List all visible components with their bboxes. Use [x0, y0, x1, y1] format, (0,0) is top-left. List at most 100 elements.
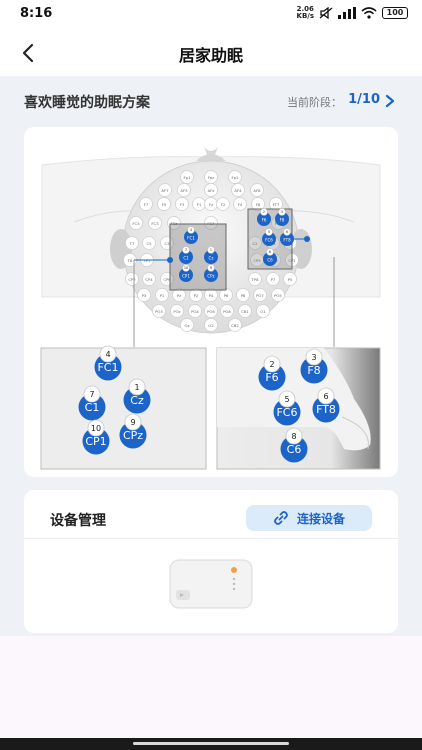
zoom-panel-left: [40, 347, 207, 470]
svg-text:PO6: PO6: [207, 309, 215, 314]
plan-row: 喜欢睡觉的助眠方案 当前阶段： 1/10: [24, 92, 400, 112]
svg-text:CPz: CPz: [123, 429, 143, 442]
svg-text:P2: P2: [194, 293, 199, 298]
svg-text:6: 6: [286, 230, 288, 234]
electrode-small: Fz: [204, 197, 218, 211]
electrode-small: F3: [175, 197, 189, 211]
electrode-small: P7: [266, 272, 280, 286]
svg-text:AF7: AF7: [161, 188, 169, 193]
network-speed: 2.06 KB/s: [297, 6, 314, 20]
electrode-small: P8: [236, 288, 250, 302]
electrode-small: F7: [139, 197, 153, 211]
sleep-device-image: [169, 559, 253, 609]
svg-text:C1: C1: [183, 256, 189, 261]
app-header: 居家助眠: [0, 30, 422, 76]
svg-text:7: 7: [89, 390, 94, 399]
svg-text:CPz: CPz: [207, 274, 214, 279]
svg-text:C5: C5: [146, 241, 152, 246]
electrode-small: AF3: [177, 183, 191, 197]
svg-text:F6: F6: [265, 371, 278, 384]
svg-text:FC3: FC3: [151, 221, 159, 226]
wifi-icon: [361, 7, 377, 19]
home-indicator[interactable]: [133, 742, 289, 745]
svg-text:2: 2: [263, 210, 265, 214]
electrode-small: P1: [155, 288, 169, 302]
svg-text:Fp2: Fp2: [231, 175, 239, 180]
svg-text:9: 9: [130, 418, 135, 427]
status-icons: 2.06 KB/s 100: [297, 6, 408, 20]
svg-text:Pz: Pz: [177, 293, 181, 298]
svg-text:P6: P6: [224, 293, 229, 298]
electrode-small: O1: [256, 304, 270, 318]
electrode-small: PO5: [271, 288, 285, 302]
electrode-small: AF8: [250, 183, 264, 197]
svg-text:F8: F8: [280, 218, 285, 223]
divider: [24, 538, 398, 539]
svg-text:3: 3: [311, 353, 316, 362]
svg-text:F8: F8: [307, 364, 320, 377]
svg-text:O1: O1: [260, 309, 266, 314]
svg-text:CB1: CB1: [241, 309, 249, 314]
svg-text:P5: P5: [288, 277, 293, 282]
electrode-small: F4: [233, 197, 247, 211]
stage-value[interactable]: 1/10: [348, 92, 380, 107]
svg-text:10: 10: [184, 266, 188, 270]
svg-text:P7: P7: [271, 277, 276, 282]
svg-text:F5: F5: [162, 202, 167, 207]
svg-text:1: 1: [210, 248, 212, 252]
device-card: 设备管理 连接设备: [24, 490, 398, 633]
svg-text:F6: F6: [262, 218, 267, 223]
svg-text:Fpz: Fpz: [208, 175, 215, 180]
signal-icon: [338, 7, 356, 19]
svg-text:7: 7: [185, 248, 187, 252]
electrode-small: POz: [170, 304, 184, 318]
electrode-small: AFz: [204, 183, 218, 197]
electrode-small: Fp1: [180, 170, 194, 184]
electrode-small: PO3: [152, 304, 166, 318]
svg-text:4: 4: [190, 228, 192, 232]
svg-text:10: 10: [91, 424, 101, 433]
electrode-small: FC5: [129, 216, 143, 230]
svg-text:FC1: FC1: [97, 361, 118, 374]
electrode-small: PO4: [188, 304, 202, 318]
svg-text:POz: POz: [173, 309, 180, 314]
electrode-small: FC3: [148, 216, 162, 230]
svg-text:FT7: FT7: [273, 202, 280, 207]
battery-icon: 100: [382, 7, 408, 19]
svg-text:Cz: Cz: [130, 394, 144, 407]
svg-text:C6: C6: [287, 443, 302, 456]
bottom-area: [0, 636, 422, 738]
electrode-small: P5: [283, 272, 297, 286]
network-speed-unit: KB/s: [296, 12, 314, 20]
svg-text:FC1: FC1: [187, 236, 195, 241]
svg-text:Fz: Fz: [209, 202, 213, 207]
svg-text:FT8: FT8: [316, 403, 336, 416]
svg-text:AF8: AF8: [253, 188, 261, 193]
svg-text:F4: F4: [238, 202, 243, 207]
electrode-small: Fpz: [204, 170, 218, 184]
svg-text:AF3: AF3: [180, 188, 188, 193]
svg-text:PO3: PO3: [155, 309, 163, 314]
plan-title: 喜欢睡觉的助眠方案: [24, 95, 150, 111]
svg-text:CP2: CP2: [128, 277, 136, 282]
connector-dot-left: [167, 257, 173, 263]
electrode-small: O2: [204, 318, 218, 332]
electrode-small: PO7: [253, 288, 267, 302]
connect-device-button[interactable]: 连接设备: [246, 505, 372, 531]
svg-text:CB2: CB2: [231, 323, 239, 328]
chevron-right-icon[interactable]: [384, 94, 396, 108]
electrode-small: AF4: [231, 183, 245, 197]
status-time: 8:16: [20, 6, 53, 21]
svg-text:5: 5: [284, 395, 289, 404]
svg-text:C3: C3: [164, 241, 170, 246]
svg-text:AFz: AFz: [208, 188, 215, 193]
connector-dot-right: [304, 236, 310, 242]
electrode-small: Oz: [180, 318, 194, 332]
stage-label: 当前阶段：: [287, 96, 342, 109]
status-bar: 8:16 2.06 KB/s 100: [0, 0, 422, 30]
mute-icon: [319, 7, 333, 19]
svg-text:FT8: FT8: [283, 238, 291, 243]
svg-text:PO7: PO7: [256, 293, 264, 298]
electrode-small: TP8: [248, 272, 262, 286]
connect-device-label: 连接设备: [296, 511, 345, 526]
